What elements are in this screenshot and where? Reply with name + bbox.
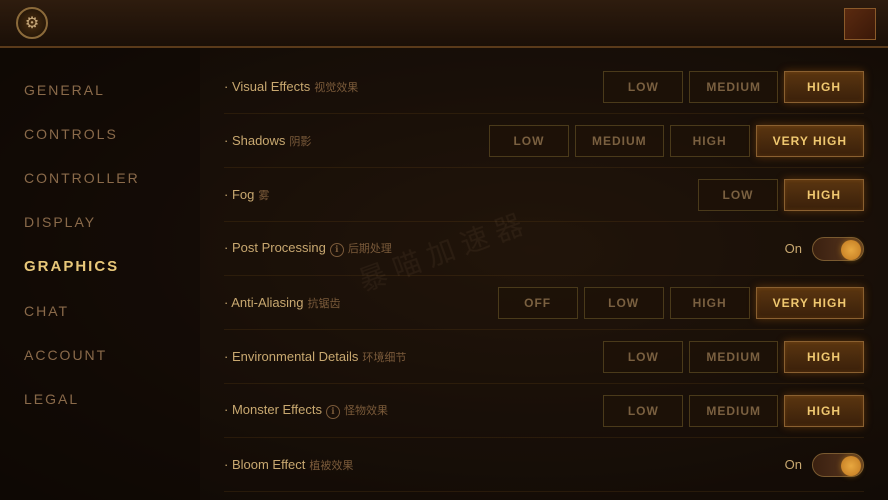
label-main: · Bloom Effect <box>224 457 305 472</box>
main-content: · Visual Effects视觉效果LowMediumHigh· Shado… <box>200 48 888 500</box>
toggle-container-post-processing: On <box>785 237 864 261</box>
quality-btn-anti-aliasing-high[interactable]: High <box>670 287 750 319</box>
setting-controls-anti-aliasing: OffLowHighVery High <box>464 287 864 319</box>
setting-controls-fog: LowHigh <box>464 179 864 211</box>
label-sub-fog: 雾 <box>258 190 269 202</box>
label-main: · Anti-Aliasing <box>224 295 303 310</box>
label-sub-bloom-effect: 植被效果 <box>309 460 353 472</box>
sidebar-item-chat[interactable]: CHAT <box>0 289 200 333</box>
sidebar-item-legal[interactable]: LEGAL <box>0 377 200 421</box>
label-main: · Visual Effects <box>224 79 310 94</box>
label-sub-visual-effects: 视觉效果 <box>314 82 358 94</box>
label-main: · Shadows <box>224 133 285 148</box>
setting-row-environmental-details: · Environmental Details 环境细节 LowMediumHigh <box>224 330 864 384</box>
toggle-thumb-post-processing <box>841 240 861 260</box>
setting-controls-monster-effects: LowMediumHigh <box>464 395 864 427</box>
sidebar: GENERALCONTROLSCONTROLLERDISPLAYGRAPHICS… <box>0 48 200 500</box>
quality-btn-environmental-details-low[interactable]: Low <box>603 341 683 373</box>
quality-btn-visual-effects-low[interactable]: Low <box>603 71 683 103</box>
toggle-bloom-effect[interactable] <box>812 453 864 477</box>
sidebar-item-controls[interactable]: CONTROLS <box>0 112 200 156</box>
settings-icon: ⚙ <box>16 7 48 39</box>
label-sub-post-processing: 后期处理 <box>348 243 392 255</box>
toggle-post-processing[interactable] <box>812 237 864 261</box>
label-sub-monster-effects: 怪物效果 <box>344 405 388 417</box>
quality-btn-shadows-low[interactable]: Low <box>489 125 569 157</box>
setting-row-anti-aliasing: · Anti-Aliasing 抗锯齿 OffLowHighVery High <box>224 276 864 330</box>
sidebar-item-graphics[interactable]: GRAPHICS <box>0 244 200 289</box>
close-button[interactable] <box>844 8 876 40</box>
setting-row-fog: · Fog 雾 LowHigh <box>224 168 864 222</box>
quality-btn-visual-effects-high[interactable]: High <box>784 71 864 103</box>
quality-btn-environmental-details-medium[interactable]: Medium <box>689 341 778 373</box>
toggle-label-bloom-effect: On <box>785 457 802 472</box>
setting-row-bloom-effect: · Bloom Effect 植被效果 On <box>224 438 864 492</box>
quality-btn-anti-aliasing-off[interactable]: Off <box>498 287 578 319</box>
quality-btn-fog-low[interactable]: Low <box>698 179 778 211</box>
label-sub-anti-aliasing: 抗锯齿 <box>307 298 340 310</box>
sidebar-item-general[interactable]: GENERAL <box>0 68 200 112</box>
setting-label-post-processing: · Post Processing ℹ 后期处理 <box>224 240 464 257</box>
label-main: · Post Processing <box>224 240 326 255</box>
setting-label-fog: · Fog 雾 <box>224 187 464 203</box>
quality-btn-anti-aliasing-low[interactable]: Low <box>584 287 664 319</box>
setting-row-post-processing: · Post Processing ℹ 后期处理 On <box>224 222 864 276</box>
info-icon-post-processing[interactable]: ℹ <box>330 243 344 257</box>
setting-row-monster-effects: · Monster Effects ℹ 怪物效果 LowMediumHigh <box>224 384 864 438</box>
setting-label-shadows: · Shadows 阴影 <box>224 133 464 149</box>
setting-controls-visual-effects: LowMediumHigh <box>464 71 864 103</box>
setting-controls-environmental-details: LowMediumHigh <box>464 341 864 373</box>
setting-controls-shadows: LowMediumHighVery High <box>464 125 864 157</box>
quality-btn-monster-effects-low[interactable]: Low <box>603 395 683 427</box>
toggle-label-post-processing: On <box>785 241 802 256</box>
setting-controls-post-processing: On <box>464 237 864 261</box>
label-main: · Environmental Details <box>224 349 358 364</box>
setting-row-visual-effects: · Visual Effects 视觉效果 LowMediumHigh <box>224 60 864 114</box>
label-main: · Fog <box>224 187 254 202</box>
quality-btn-shadows-high[interactable]: High <box>670 125 750 157</box>
setting-row-shadows: · Shadows 阴影 LowMediumHighVery High <box>224 114 864 168</box>
label-main: · Monster Effects <box>224 402 322 417</box>
toggle-container-bloom-effect: On <box>785 453 864 477</box>
quality-btn-shadows-very-high[interactable]: Very High <box>756 125 864 157</box>
setting-controls-bloom-effect: On <box>464 453 864 477</box>
quality-btn-environmental-details-high[interactable]: High <box>784 341 864 373</box>
info-icon-monster-effects[interactable]: ℹ <box>326 405 340 419</box>
titlebar: ⚙ <box>0 0 888 48</box>
label-sub-shadows: 阴影 <box>289 136 311 148</box>
setting-label-environmental-details: · Environmental Details 环境细节 <box>224 349 464 365</box>
setting-label-monster-effects: · Monster Effects ℹ 怪物效果 <box>224 402 464 419</box>
quality-btn-shadows-medium[interactable]: Medium <box>575 125 664 157</box>
sidebar-item-account[interactable]: ACCOUNT <box>0 333 200 377</box>
setting-label-anti-aliasing: · Anti-Aliasing 抗锯齿 <box>224 295 464 311</box>
setting-label-bloom-effect: · Bloom Effect 植被效果 <box>224 457 464 473</box>
label-sub-environmental-details: 环境细节 <box>362 352 406 364</box>
quality-btn-visual-effects-medium[interactable]: Medium <box>689 71 778 103</box>
quality-btn-monster-effects-medium[interactable]: Medium <box>689 395 778 427</box>
sidebar-item-controller[interactable]: CONTROLLER <box>0 156 200 200</box>
settings-window: ⚙ GENERALCONTROLSCONTROLLERDISPLAYGRAPHI… <box>0 0 888 500</box>
setting-label-visual-effects: · Visual Effects 视觉效果 <box>224 79 464 95</box>
toggle-thumb-bloom-effect <box>841 456 861 476</box>
quality-btn-anti-aliasing-very-high[interactable]: Very High <box>756 287 864 319</box>
quality-btn-fog-high[interactable]: High <box>784 179 864 211</box>
sidebar-item-display[interactable]: DISPLAY <box>0 200 200 244</box>
quality-btn-monster-effects-high[interactable]: High <box>784 395 864 427</box>
